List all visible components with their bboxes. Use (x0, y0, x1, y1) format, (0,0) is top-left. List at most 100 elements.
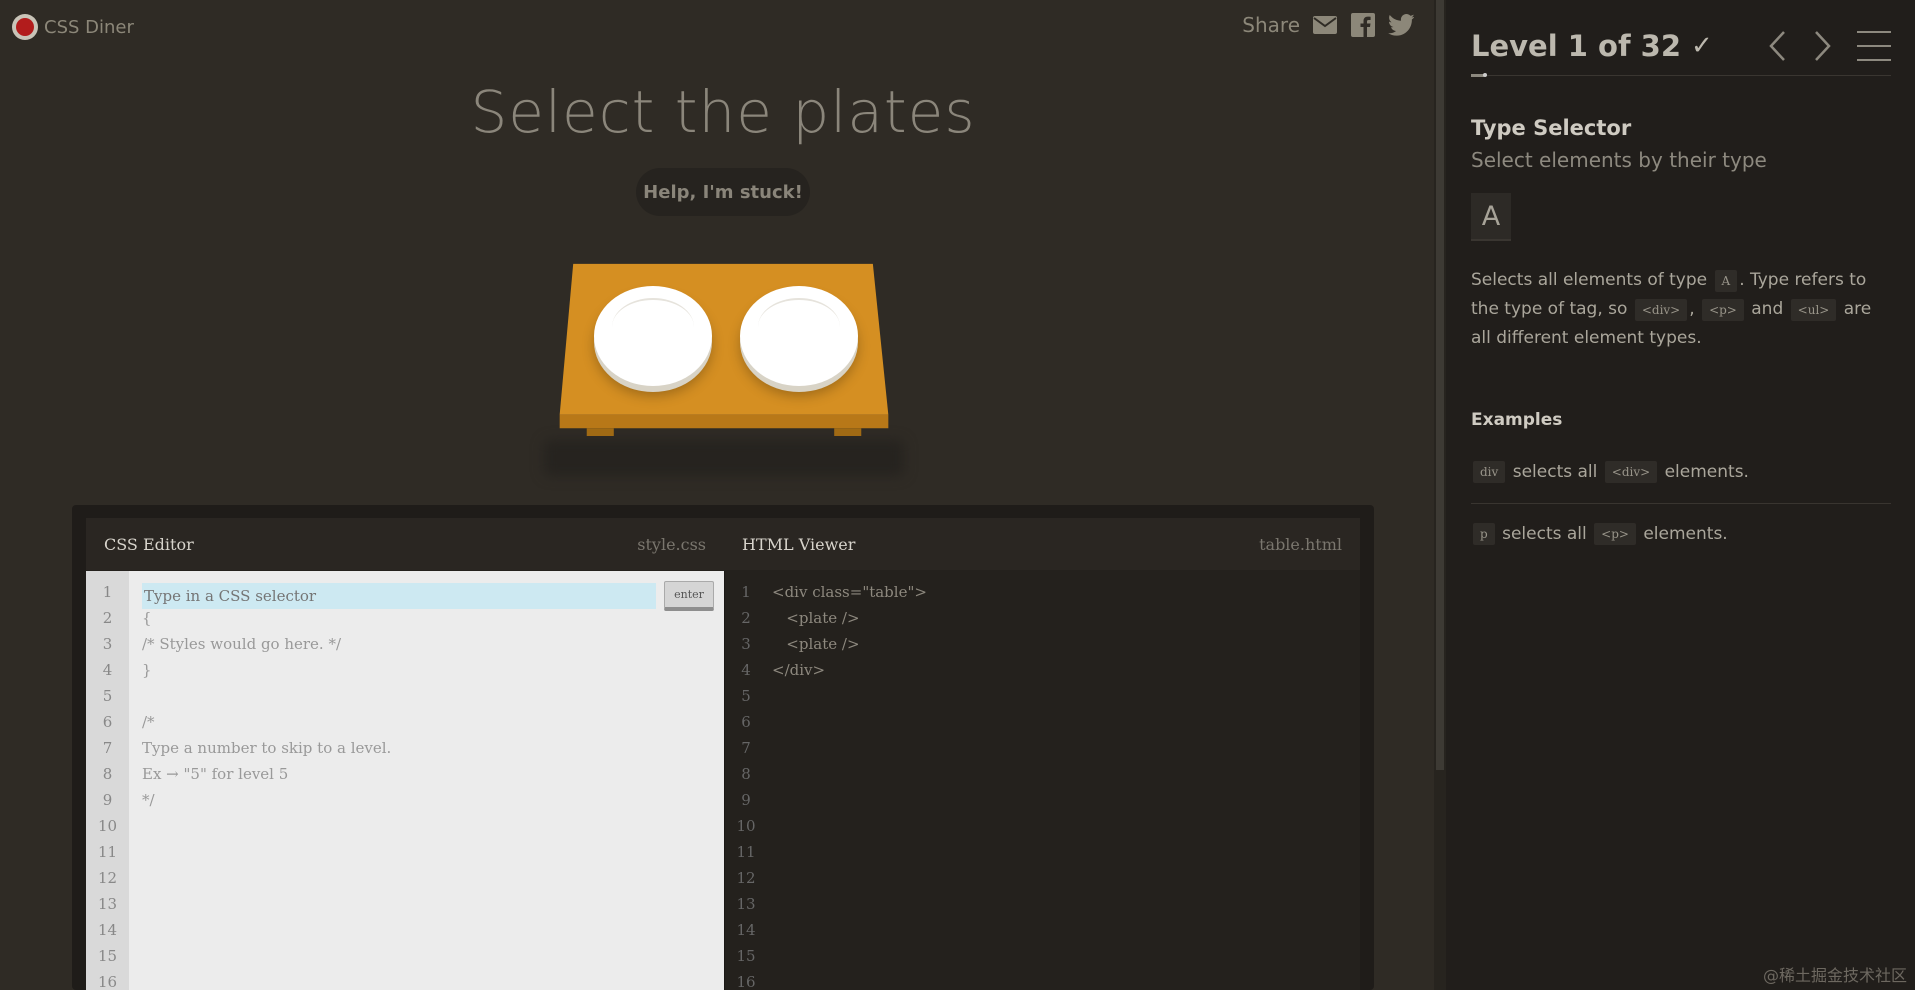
code-chip: A (1714, 270, 1738, 292)
line-number: 10 (97, 817, 118, 835)
code-chip: div (1473, 461, 1506, 483)
css-editor-body: 1 2 3 4 5 6 7 8 9 10 11 12 13 14 15 16 {/* Styles would… (86, 571, 724, 990)
html-viewer-header: HTML Viewer table.html (724, 518, 1360, 571)
previous-level-button[interactable] (1765, 28, 1789, 64)
enter-button[interactable]: enter (664, 581, 714, 611)
line-number: 15 (97, 947, 118, 965)
facebook-icon[interactable] (1350, 12, 1376, 38)
line-number: 1 (741, 583, 751, 601)
line-number: 3 (102, 635, 113, 653)
line-number: 15 (736, 947, 756, 965)
css-editor: CSS Editor style.css 1 2 3 4 5 6 7 8 9 10 11 12 13 14… (86, 518, 724, 990)
line-numbers: 1 2 3 4 5 6 7 8 9 10 11 12 13 14 15 16 (86, 571, 129, 990)
editor-panel: CSS Editor style.css 1 2 3 4 5 6 7 8 9 10 11 12 13 14… (72, 505, 1374, 990)
page-title: Select the plates (470, 78, 976, 146)
plate-2[interactable] (740, 286, 858, 386)
level-progress (1471, 75, 1891, 76)
line-number: 8 (102, 765, 113, 783)
sidebar: Level 1 of 32 ✓ Type Selector Select ele… (1446, 0, 1915, 990)
selector-description: Select elements by their type (1471, 148, 1767, 172)
line-number: 14 (97, 921, 118, 939)
line-numbers: 1 2 3 4 5 6 7 8 9 10 11 12 13 14 15 16 (725, 571, 767, 990)
line-number: 7 (741, 739, 751, 757)
code-chip: p (1473, 523, 1495, 545)
line-number: 13 (97, 895, 118, 913)
line-number: 3 (741, 635, 751, 653)
line-number: 4 (741, 661, 751, 679)
scrollbar[interactable] (1434, 0, 1446, 990)
html-viewer-body: 1 2 3 4 5 6 7 8 9 10 11 12 13 14 15 16 <div class="tabl… (724, 571, 1360, 990)
html-viewer: HTML Viewer table.html 1 2 3 4 5 6 7 8 9 10 11 12 13… (724, 518, 1360, 990)
code-line: <plate /> (772, 609, 860, 627)
code-line: } (142, 661, 152, 679)
line-number: 5 (102, 687, 113, 705)
level-indicator[interactable]: Level 1 of 32 (1471, 29, 1681, 63)
line-number: 2 (741, 609, 751, 627)
html-file-name: table.html (1259, 534, 1342, 554)
next-level-button[interactable] (1811, 28, 1835, 64)
code-line: /* Styles would go here. */ (142, 635, 342, 653)
example-item: div selects all <div> elements. (1471, 461, 1749, 483)
css-selector-input[interactable] (142, 583, 656, 609)
app-name: CSS Diner (44, 16, 134, 38)
line-number: 9 (741, 791, 751, 809)
menu-icon[interactable] (1857, 31, 1891, 61)
code-line: <plate /> (772, 635, 860, 653)
code-line: <div class="table"> (772, 583, 927, 601)
code-line: Type a number to skip to a level. (142, 739, 392, 757)
html-code[interactable]: <div class="table"> <plate /> <plate /> <… (772, 579, 1350, 990)
code-chip: <div> (1634, 299, 1688, 321)
divider (1471, 503, 1891, 504)
css-code: {/* Styles would go here. */}/* Type a nu… (142, 579, 714, 990)
examples-heading: Examples (1471, 410, 1563, 430)
watermark: @稀土掘金技术社区 (1762, 966, 1907, 985)
code-chip: <p> (1702, 299, 1744, 321)
line-number: 7 (102, 739, 113, 757)
code-line: /* (142, 713, 155, 731)
selector-explanation: Selects all elements of type A. Type ref… (1471, 270, 1872, 348)
code-chip: <p> (1594, 523, 1636, 545)
selector-name: Type Selector (1471, 116, 1632, 140)
game-area: CSS Diner Share Select the plates Help, … (0, 0, 1434, 990)
twitter-icon[interactable] (1388, 12, 1414, 38)
line-number: 10 (736, 817, 756, 835)
line-number: 11 (736, 843, 756, 861)
logo[interactable]: CSS Diner (12, 14, 134, 40)
share-label: Share (1242, 13, 1300, 37)
line-number: 9 (102, 791, 113, 809)
selector-syntax: A (1471, 193, 1511, 241)
example-item: p selects all <p> elements. (1471, 523, 1728, 545)
line-number: 13 (736, 895, 756, 913)
line-number: 8 (741, 765, 751, 783)
code-chip: <ul> (1790, 299, 1837, 321)
plate-1[interactable] (594, 286, 712, 386)
level-header: Level 1 of 32 ✓ (1471, 26, 1891, 66)
line-number: 1 (102, 583, 113, 601)
mail-icon[interactable] (1312, 12, 1338, 38)
line-number: 6 (102, 713, 113, 731)
help-button[interactable]: Help, I'm stuck! (636, 168, 810, 216)
line-number: 11 (97, 843, 118, 861)
line-number: 4 (102, 661, 113, 679)
line-number: 12 (97, 869, 118, 887)
code-line: </div> (772, 661, 826, 679)
code-line: Ex → "5" for level 5 (142, 765, 289, 783)
table-illustration (544, 262, 904, 476)
code-chip: <div> (1604, 461, 1658, 483)
css-file-name: style.css (637, 534, 706, 554)
